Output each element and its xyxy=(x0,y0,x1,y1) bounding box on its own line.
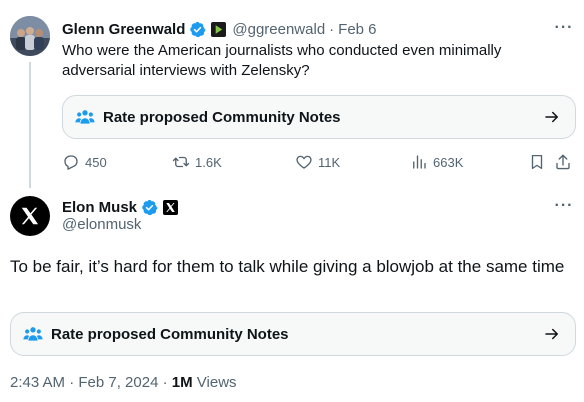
share-icon xyxy=(556,154,570,170)
bookmark-icon xyxy=(531,154,543,170)
rate-community-notes-button[interactable]: Rate proposed Community Notes xyxy=(62,95,576,139)
community-notes-people-icon xyxy=(23,327,43,341)
community-notes-label: Rate proposed Community Notes xyxy=(51,325,289,343)
avatar-photo xyxy=(10,16,50,56)
separator-dot: · xyxy=(329,20,335,38)
more-horizontal-icon[interactable]: ··· xyxy=(554,196,574,216)
tweet-date[interactable]: Feb 6 xyxy=(338,21,376,38)
parent-tweet[interactable]: Glenn Greenwald @ggreenwald · Feb 6 ··· … xyxy=(0,0,584,188)
community-notes-label: Rate proposed Community Notes xyxy=(103,108,341,126)
repost-icon xyxy=(172,156,190,168)
views-label: Views xyxy=(196,374,237,391)
author-handle[interactable]: @ggreenwald xyxy=(232,21,325,38)
x-logo-icon xyxy=(21,207,39,225)
thread-connector-line xyxy=(29,62,31,188)
tweet-timestamp[interactable]: 2:43 AM · Feb 7, 2024 xyxy=(10,374,158,391)
arrow-right-icon xyxy=(545,328,558,340)
separator-dot: · xyxy=(162,374,168,391)
community-notes-people-icon xyxy=(75,110,95,124)
bookmark-button[interactable] xyxy=(528,150,551,174)
like-count: 11K xyxy=(318,154,341,170)
more-horizontal-icon[interactable]: ··· xyxy=(554,18,574,38)
views-count: 663K xyxy=(433,154,464,170)
avatar-glenn-greenwald[interactable] xyxy=(10,16,50,56)
reply-button[interactable]: 450 xyxy=(62,150,107,174)
share-button[interactable] xyxy=(554,150,577,174)
tweet-meta: 2:43 AM · Feb 7, 2024 · 1M Views xyxy=(10,374,237,391)
parent-tweet-header: Glenn Greenwald @ggreenwald · Feb 6 xyxy=(62,18,377,40)
views-chart-icon xyxy=(413,155,426,169)
avatar-elon-musk[interactable] xyxy=(10,196,50,236)
repost-count: 1.6K xyxy=(195,154,222,170)
repost-button[interactable]: 1.6K xyxy=(172,150,222,174)
main-tweet-header: Elon Musk xyxy=(62,196,179,218)
rate-community-notes-button[interactable]: Rate proposed Community Notes xyxy=(10,312,576,356)
arrow-right-icon xyxy=(545,111,558,123)
author-handle[interactable]: @elonmusk xyxy=(62,216,141,233)
like-button[interactable]: 11K xyxy=(295,150,340,174)
tweet-text: Who were the American journalists who co… xyxy=(62,42,502,79)
verified-badge-icon[interactable] xyxy=(141,199,158,216)
reply-count: 450 xyxy=(85,154,107,170)
rumble-badge-icon[interactable] xyxy=(211,21,227,37)
x-logo-badge-icon[interactable] xyxy=(163,199,179,215)
tweet-action-bar: 450 1.6K 11K 663K xyxy=(62,150,578,174)
author-name[interactable]: Elon Musk xyxy=(62,199,137,216)
reply-icon xyxy=(64,155,78,170)
views-button[interactable]: 663K xyxy=(410,150,463,174)
like-icon xyxy=(296,155,312,169)
views-count: 1M xyxy=(171,374,193,391)
verified-badge-icon[interactable] xyxy=(189,21,206,38)
author-name[interactable]: Glenn Greenwald xyxy=(62,21,185,38)
tweet-text: To be fair, it’s hard for them to talk w… xyxy=(10,257,565,276)
